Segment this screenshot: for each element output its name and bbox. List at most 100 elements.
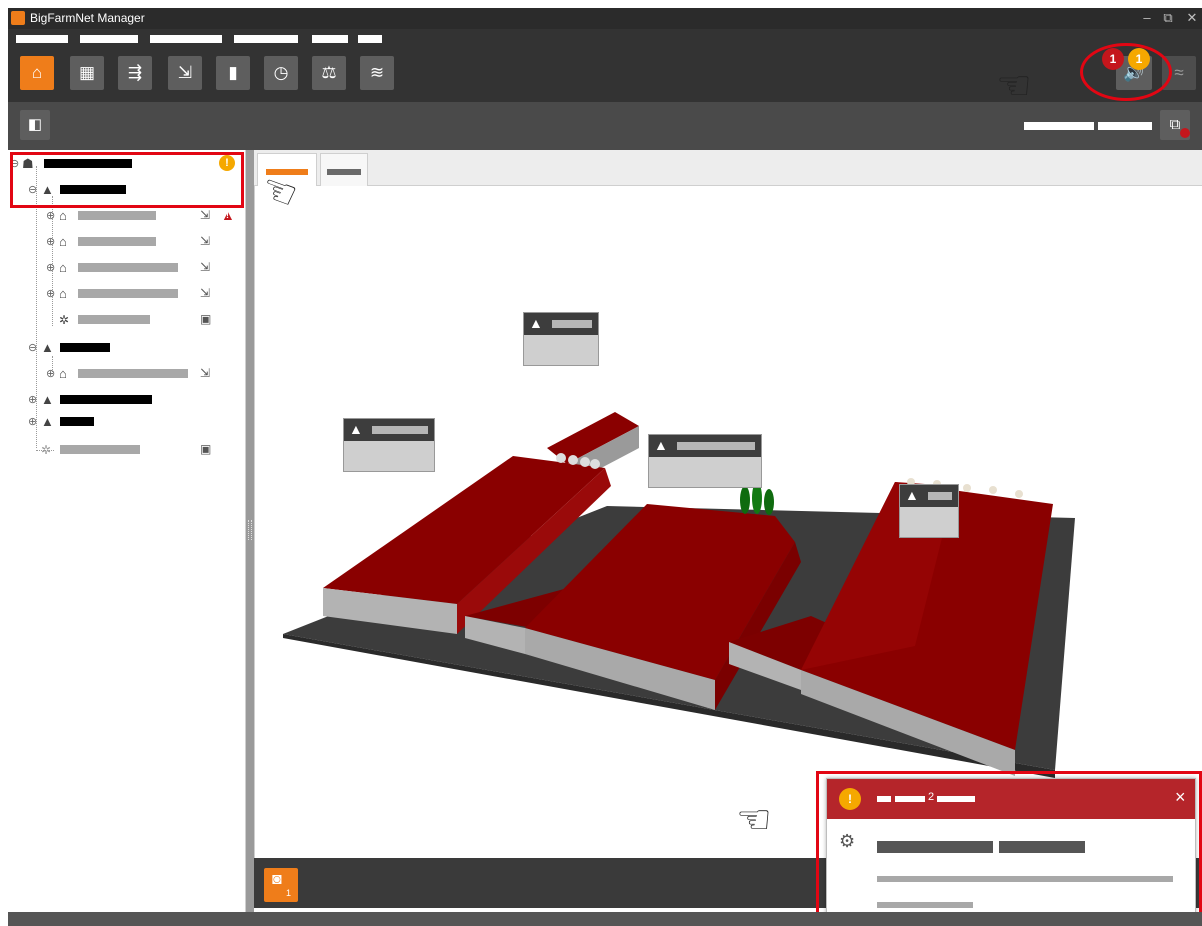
roof-fan <box>989 486 997 494</box>
roof-fan <box>963 484 971 492</box>
tree <box>740 486 750 514</box>
climate-button[interactable]: ≋ <box>360 56 394 90</box>
grid-button[interactable]: ▦ <box>70 56 104 90</box>
app-title: BigFarmNet Manager <box>30 11 145 25</box>
farm-view-button[interactable]: ⌂ <box>20 56 54 90</box>
building-icon: ▲ <box>654 437 668 453</box>
pointing-hand-icon: ☜ <box>996 64 1032 108</box>
tree-item-label <box>60 417 94 426</box>
room-icon: ⌂ <box>59 260 67 275</box>
building-icon: ▲ <box>41 340 54 355</box>
tree-item-building[interactable]: ⊕ ▲ <box>8 390 244 410</box>
layout-button[interactable]: ◧ <box>20 110 50 140</box>
building-label[interactable]: ▲ <box>899 484 959 538</box>
animals-button[interactable]: ⇶ <box>118 56 152 90</box>
status-bar <box>8 912 1202 926</box>
minimize-button[interactable]: – <box>1137 10 1157 25</box>
tree-item-building[interactable]: ⊖ ▲ <box>8 338 244 358</box>
silo-button[interactable]: ▮ <box>216 56 250 90</box>
menu-item-6[interactable] <box>358 35 382 43</box>
building-icon: ▲ <box>905 487 919 503</box>
panel-splitter[interactable] <box>246 150 254 912</box>
farm-3d-scene[interactable] <box>255 186 1201 858</box>
tab-label <box>327 169 361 175</box>
tree-item-label <box>78 315 150 324</box>
expand-icon[interactable]: ⊕ <box>46 287 55 301</box>
feed-time-icon: ◷ <box>273 63 289 82</box>
gear-icon: ✲ <box>59 313 70 327</box>
expand-icon[interactable]: ⊕ <box>46 367 55 381</box>
menu-bar <box>8 29 1202 50</box>
notification-highlight-box <box>816 771 1202 926</box>
tree-item-controller[interactable]: ✲ ▣ <box>8 310 244 330</box>
farm-icon: ⌂ <box>31 63 43 82</box>
building-icon: ▲ <box>41 414 54 429</box>
roof-fan <box>590 459 600 469</box>
building-label[interactable]: ▲ <box>343 418 435 472</box>
building-icon: ▲ <box>529 315 543 331</box>
user-role <box>1098 122 1152 130</box>
grid-icon: ▦ <box>78 63 96 82</box>
logout-icon: ⧉ <box>1169 116 1181 133</box>
tree-item-label <box>78 369 188 378</box>
building-label[interactable]: ▲ <box>648 434 762 488</box>
tree-alarm-highlight-box <box>10 152 244 208</box>
tree-item-label <box>60 395 152 404</box>
tree-item-label <box>78 289 178 298</box>
farm-tree-panel: ⊖ ☗ ! ⊖ ▲ ⊕ ⌂ ⇲ ▲ ! ⊕ ⌂ ⇲ ⊕ ⌂ ⇲ ⊕ ⌂ ⇲ ✲ <box>8 150 246 912</box>
tab-list-view[interactable] <box>320 153 368 186</box>
layout-icon: ◧ <box>27 116 43 133</box>
building-label[interactable]: ▲ <box>523 312 599 366</box>
animal-move-icon: ⇲ <box>177 63 193 82</box>
alarm-highlight-ring <box>1080 43 1172 101</box>
room-icon: ⌂ <box>59 208 67 223</box>
feed-time-button[interactable]: ◷ <box>264 56 298 90</box>
building-icon: ▲ <box>41 392 54 407</box>
menu-item-2[interactable] <box>80 35 138 43</box>
room-icon: ⌂ <box>59 366 67 381</box>
expand-icon[interactable]: ⊕ <box>46 261 55 275</box>
expand-icon[interactable]: ⊕ <box>28 415 37 429</box>
alarm-triangle-mark: ! <box>226 210 229 220</box>
tree-item-room[interactable]: ⊕ ⌂ ⇲ <box>8 364 244 384</box>
tree-item-room[interactable]: ⊕ ⌂ ⇲ ▲ ! <box>8 206 244 226</box>
menu-item-3[interactable] <box>150 35 222 43</box>
scale-icon: ⚖ <box>321 63 337 82</box>
logout-indicator-icon <box>1180 128 1190 138</box>
tree-item-label <box>78 263 178 272</box>
farm-3d-viewport[interactable]: ▲ ▲ ▲ ▲ ☜ <box>254 165 1202 858</box>
camera-button[interactable]: ◙ 1 <box>264 868 298 902</box>
silo-icon: ▮ <box>228 63 238 82</box>
tree-item-label <box>60 343 110 352</box>
room-icon: ⌂ <box>59 234 67 249</box>
building-icon: ▲ <box>349 421 363 437</box>
tree <box>764 489 774 515</box>
animal-move-icon: ⇲ <box>200 208 211 222</box>
tree-item-room[interactable]: ⊕ ⌂ ⇲ <box>8 258 244 278</box>
roof-fan <box>1015 490 1023 498</box>
tree-item-label <box>78 211 156 220</box>
animal-move-icon: ⇲ <box>200 286 211 300</box>
menu-item-4[interactable] <box>234 35 298 43</box>
roof-fan <box>580 457 590 467</box>
sub-toolbar: ◧ ⧉ <box>8 102 1202 150</box>
menu-item-1[interactable] <box>16 35 68 43</box>
tree-item-room[interactable]: ⊕ ⌂ ⇲ <box>8 232 244 252</box>
tree-item-room[interactable]: ⊕ ⌂ ⇲ <box>8 284 244 304</box>
expand-icon[interactable]: ⊕ <box>28 393 37 407</box>
expand-icon[interactable]: ⊕ <box>46 209 55 223</box>
app-logo-icon <box>11 11 25 25</box>
close-button[interactable]: ✕ <box>1182 10 1202 26</box>
restore-button[interactable]: ⧉ <box>1158 10 1178 26</box>
collapse-icon[interactable]: ⊖ <box>28 341 37 355</box>
animal-move-button[interactable]: ⇲ <box>168 56 202 90</box>
menu-item-5[interactable] <box>312 35 348 43</box>
device-screen-icon: ▣ <box>200 442 212 456</box>
device-screen-icon: ▣ <box>200 312 212 326</box>
camera-icon: ◙ <box>272 871 282 888</box>
tree-item-controller[interactable]: ✲ ▣ <box>8 440 244 460</box>
animal-move-icon: ⇲ <box>200 260 211 274</box>
tree-item-building[interactable]: ⊕ ▲ <box>8 412 244 432</box>
expand-icon[interactable]: ⊕ <box>46 235 55 249</box>
scale-button[interactable]: ⚖ <box>312 56 346 90</box>
